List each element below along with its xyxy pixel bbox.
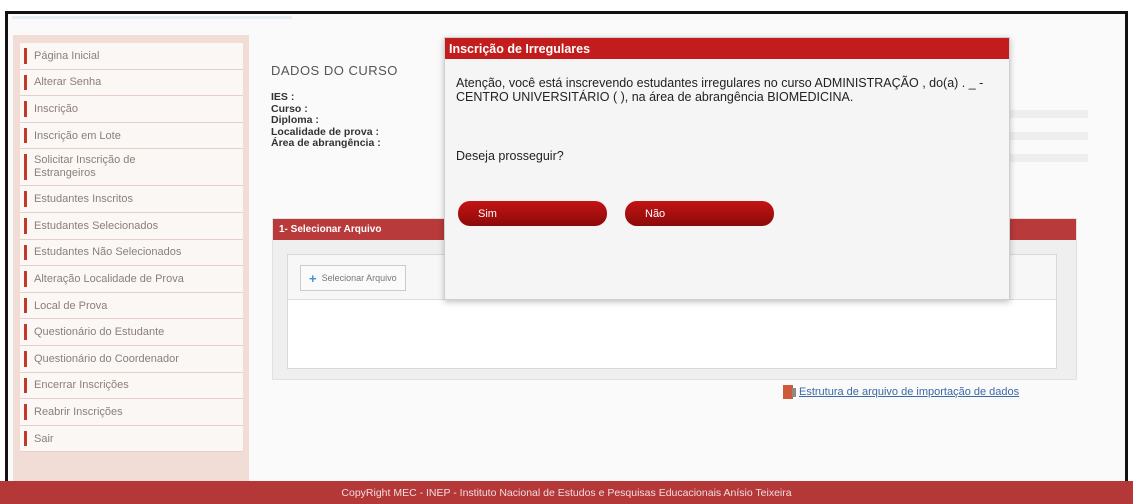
sidebar-item-alteracao-localidade[interactable]: Alteração Localidade de Prova xyxy=(20,266,243,293)
sidebar-item-estudantes-selecionados[interactable]: Estudantes Selecionados xyxy=(20,212,243,240)
sidebar-item-label: Estudantes Inscritos xyxy=(34,193,134,206)
footer-text: CopyRight MEC - INEP - Instituto Naciona… xyxy=(341,486,792,499)
sidebar-item-questionario-estudante[interactable]: Questionário do Estudante xyxy=(20,319,243,346)
page-title: DADOS DO CURSO xyxy=(271,63,398,78)
sidebar-item-label: Inscrição xyxy=(34,102,79,115)
yes-button-label: Sim xyxy=(478,207,497,220)
field-area-label: Área de abrangência : xyxy=(271,137,381,149)
sidebar-menu: Página Inicial Alterar Senha Inscrição I… xyxy=(13,35,249,481)
field-diploma-label: Diploma : xyxy=(271,114,319,126)
sidebar-item-label: Sair xyxy=(34,432,54,445)
sidebar-item-label: Solicitar Inscrição de Estrangeiros xyxy=(34,154,136,180)
sidebar-item-questionario-coordenador[interactable]: Questionário do Coordenador xyxy=(20,345,243,373)
dialog-title: Inscrição de Irregulares xyxy=(445,38,1009,59)
sidebar-item-label: Encerrar Inscrições xyxy=(34,379,129,392)
footer: CopyRight MEC - INEP - Instituto Naciona… xyxy=(0,481,1133,504)
dialog-message: Atenção, você está inscrevendo estudante… xyxy=(456,76,984,104)
sidebar-item-estudantes-inscritos[interactable]: Estudantes Inscritos xyxy=(20,186,243,213)
sidebar-item-alterar-senha[interactable]: Alterar Senha xyxy=(20,69,243,97)
sidebar-item-local-de-prova[interactable]: Local de Prova xyxy=(20,292,243,320)
confirm-dialog: Inscrição de Irregulares Atenção, você e… xyxy=(444,37,1010,300)
yes-button[interactable]: Sim xyxy=(458,201,607,226)
sidebar-item-label: Alteração Localidade de Prova xyxy=(34,272,184,285)
field-ies-label: IES : xyxy=(271,91,295,103)
top-accent-line xyxy=(12,16,292,19)
document-icon xyxy=(783,385,796,399)
sidebar-item-encerrar-inscricoes[interactable]: Encerrar Inscrições xyxy=(20,372,243,400)
select-file-label: Selecionar Arquivo xyxy=(321,273,397,283)
sidebar-item-solicitar-estrangeiros[interactable]: Solicitar Inscrição de Estrangeiros xyxy=(20,149,243,187)
sidebar-item-inscricao-em-lote[interactable]: Inscrição em Lote xyxy=(20,122,243,150)
sidebar-item-label: Reabrir Inscrições xyxy=(34,405,123,418)
sidebar-item-label: Local de Prova xyxy=(34,299,108,312)
sidebar-item-reabrir-inscricoes[interactable]: Reabrir Inscrições xyxy=(20,399,243,426)
sidebar-item-sair[interactable]: Sair xyxy=(20,425,243,453)
sidebar-item-label: Questionário do Estudante xyxy=(34,326,165,339)
no-button-label: Não xyxy=(645,207,666,220)
no-button[interactable]: Não xyxy=(625,201,774,226)
structure-link-label: Estrutura de arquivo de importação de da… xyxy=(799,386,1020,398)
sidebar-item-estudantes-nao-selecionados[interactable]: Estudantes Não Selecionados xyxy=(20,239,243,267)
sidebar-item-pagina-inicial[interactable]: Página Inicial xyxy=(20,43,243,70)
sidebar-item-label: Alterar Senha xyxy=(34,76,102,89)
structure-link[interactable]: Estrutura de arquivo de importação de da… xyxy=(783,385,1019,399)
sidebar-item-label: Estudantes Não Selecionados xyxy=(34,246,182,259)
dialog-question: Deseja prosseguir? xyxy=(456,149,564,163)
plus-icon: + xyxy=(309,270,317,286)
sidebar-item-label: Estudantes Selecionados xyxy=(34,219,159,232)
sidebar-item-label: Questionário do Coordenador xyxy=(34,352,179,365)
sidebar-item-label: Página Inicial xyxy=(34,49,100,62)
select-file-button[interactable]: + Selecionar Arquivo xyxy=(300,265,406,291)
course-fields: IES : Curso : Diploma : Localidade de pr… xyxy=(271,91,381,150)
sidebar-item-inscricao[interactable]: Inscrição xyxy=(20,96,243,123)
sidebar-item-label: Inscrição em Lote xyxy=(34,129,121,142)
